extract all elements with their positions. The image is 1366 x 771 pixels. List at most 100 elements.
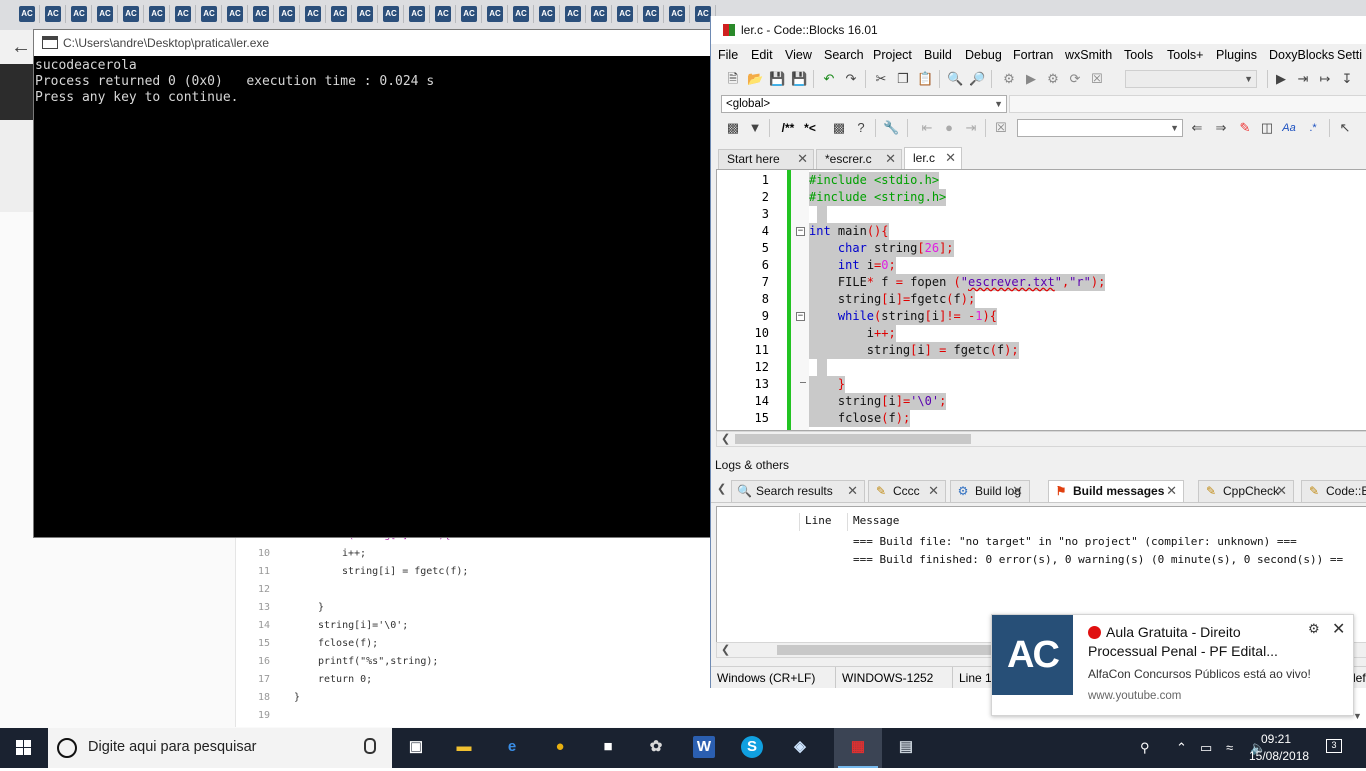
incremental-search-input[interactable]: ▼ bbox=[1017, 119, 1183, 137]
wifi-icon[interactable]: ≈ bbox=[1226, 740, 1233, 755]
menu-project[interactable]: Project bbox=[873, 48, 912, 62]
code-text[interactable]: fclose(f); bbox=[809, 410, 911, 427]
code-line[interactable]: 1 #include <stdio.h> bbox=[717, 172, 1366, 189]
fold-toggle-icon[interactable]: − bbox=[796, 227, 805, 236]
chevron-up-icon[interactable]: ⌃ bbox=[1176, 740, 1187, 756]
replace-icon[interactable]: 🔎 bbox=[969, 71, 985, 87]
open-icon[interactable]: 📂 bbox=[747, 71, 763, 87]
code-text[interactable]: int i=0; bbox=[809, 257, 896, 274]
editor-tab[interactable]: ler.c ✕ bbox=[904, 147, 962, 169]
scroll-left-icon[interactable]: ❮ bbox=[721, 643, 730, 657]
menu-doxyblocks[interactable]: DoxyBlocks bbox=[1269, 48, 1334, 62]
doxy-wizard-icon[interactable]: ▩ bbox=[725, 120, 741, 136]
browser-tab[interactable]: AC bbox=[352, 3, 378, 25]
wrench-icon[interactable]: 🔧 bbox=[883, 120, 899, 136]
fold-toggle-icon[interactable]: − bbox=[796, 312, 805, 321]
code-line[interactable]: 12 bbox=[717, 359, 1366, 376]
action-center-icon[interactable]: 3 bbox=[1326, 739, 1342, 753]
browser-tab[interactable]: AC bbox=[456, 3, 482, 25]
redo-icon[interactable]: ↷ bbox=[843, 71, 859, 87]
taskbar-app[interactable]: ▣ bbox=[392, 728, 440, 768]
code-text[interactable] bbox=[817, 206, 827, 223]
browser-tab[interactable]: AC bbox=[508, 3, 534, 25]
code-text[interactable]: string[i]=fgetc(f); bbox=[809, 291, 976, 308]
browser-tab[interactable]: AC bbox=[196, 3, 222, 25]
menu-search[interactable]: Search bbox=[824, 48, 864, 62]
close-icon[interactable]: ✕ bbox=[1276, 481, 1287, 501]
build-target-combo[interactable]: ▼ bbox=[1125, 70, 1257, 88]
undo-icon[interactable]: ↶ bbox=[821, 71, 837, 87]
browser-tab[interactable]: AC bbox=[664, 3, 690, 25]
code-line[interactable]: 10 i++; bbox=[717, 325, 1366, 342]
browser-tab[interactable]: AC bbox=[612, 3, 638, 25]
doxy-html-icon[interactable]: ▩ bbox=[831, 120, 847, 136]
browser-tab[interactable]: AC bbox=[430, 3, 456, 25]
next-bookmark-icon[interactable]: ⇥ bbox=[963, 120, 979, 136]
code-line[interactable]: 14 string[i]='\0'; bbox=[717, 393, 1366, 410]
close-icon[interactable]: ✕ bbox=[1166, 481, 1177, 501]
taskbar-app[interactable]: ▤ bbox=[882, 728, 930, 768]
taskbar-app[interactable]: ▦ bbox=[834, 728, 882, 768]
chevron-down-icon[interactable]: ▼ bbox=[1353, 711, 1362, 721]
code-text[interactable]: } bbox=[809, 376, 846, 393]
scrollbar-thumb[interactable] bbox=[777, 645, 997, 655]
menu-edit[interactable]: Edit bbox=[751, 48, 773, 62]
run-icon[interactable]: ▶ bbox=[1023, 71, 1039, 87]
microphone-icon[interactable] bbox=[364, 738, 376, 754]
code-text[interactable]: int main(){ bbox=[809, 223, 889, 240]
console-title-bar[interactable]: C:\Users\andre\Desktop\pratica\ler.exe bbox=[34, 30, 710, 56]
regex-icon[interactable]: .* bbox=[1305, 120, 1321, 136]
match-case-icon[interactable]: Aa bbox=[1281, 120, 1297, 136]
code-text[interactable]: char string[26]; bbox=[809, 240, 954, 257]
browser-tab[interactable]: AC bbox=[222, 3, 248, 25]
taskbar-app[interactable]: ▬ bbox=[440, 728, 488, 768]
close-icon[interactable]: ✕ bbox=[945, 148, 956, 168]
editor-tab[interactable]: Start here ✕ bbox=[718, 149, 814, 169]
abort-icon[interactable]: ☒ bbox=[1089, 71, 1105, 87]
search-next-icon[interactable]: ⇒ bbox=[1213, 120, 1229, 136]
menu-setti[interactable]: Setti bbox=[1337, 48, 1362, 62]
block-comment-button[interactable]: /** bbox=[777, 120, 799, 136]
menu-tools[interactable]: Tools+ bbox=[1167, 48, 1203, 62]
browser-tab[interactable]: AC bbox=[404, 3, 430, 25]
start-button[interactable] bbox=[0, 728, 48, 768]
search-prev-icon[interactable]: ⇐ bbox=[1189, 120, 1205, 136]
debug-run-icon[interactable]: ▶ bbox=[1273, 71, 1289, 87]
copy-icon[interactable]: ❐ bbox=[895, 71, 911, 87]
browser-tab[interactable]: AC bbox=[40, 3, 66, 25]
close-icon[interactable]: ✕ bbox=[1012, 481, 1023, 501]
browser-tab[interactable]: AC bbox=[482, 3, 508, 25]
pointer-icon[interactable]: ↖ bbox=[1337, 120, 1353, 136]
prev-bookmark-icon[interactable]: ⇤ bbox=[919, 120, 935, 136]
code-text[interactable]: #include <string.h> bbox=[809, 189, 947, 206]
browser-tab[interactable]: AC bbox=[144, 3, 170, 25]
build-run-icon[interactable]: ⚙ bbox=[1045, 71, 1061, 87]
column-header-line[interactable]: Line bbox=[805, 514, 832, 527]
browser-tab[interactable]: AC bbox=[66, 3, 92, 25]
cut-icon[interactable]: ✂ bbox=[873, 71, 889, 87]
clock-time[interactable]: 09:21 bbox=[1261, 732, 1291, 746]
line-comment-button[interactable]: *< bbox=[801, 120, 819, 136]
code-text[interactable]: i++; bbox=[809, 325, 896, 342]
code-text[interactable]: while(string[i]!= -1){ bbox=[809, 308, 997, 325]
gear-icon[interactable]: ⚙ bbox=[1308, 621, 1320, 637]
menu-debug[interactable]: Debug bbox=[965, 48, 1002, 62]
code-line[interactable]: 8 string[i]=fgetc(f); bbox=[717, 291, 1366, 308]
browser-tab[interactable]: AC bbox=[92, 3, 118, 25]
code-text[interactable] bbox=[817, 359, 827, 376]
taskbar-app[interactable]: ■ bbox=[584, 728, 632, 768]
window-title-bar[interactable]: ler.c - Code::Blocks 16.01 bbox=[711, 16, 1366, 44]
code-line[interactable]: 3 bbox=[717, 206, 1366, 223]
clear-search-icon[interactable]: ☒ bbox=[993, 120, 1009, 136]
taskbar-search[interactable]: Digite aqui para pesquisar bbox=[48, 728, 392, 768]
build-gear-icon[interactable]: ⚙ bbox=[1001, 71, 1017, 87]
log-tab[interactable]: ⚑ Build messages ✕ bbox=[1048, 480, 1184, 502]
browser-tab[interactable]: AC bbox=[326, 3, 352, 25]
code-text[interactable]: string[i]='\0'; bbox=[809, 393, 947, 410]
log-tabs-scroll-left-icon[interactable]: ❮ bbox=[717, 482, 726, 495]
highlight-icon[interactable]: ✎ bbox=[1237, 120, 1253, 136]
code-text[interactable]: FILE* f = fopen ("escrever.txt","r"); bbox=[809, 274, 1106, 291]
log-tab[interactable]: ⚙ Build log ✕ bbox=[950, 480, 1030, 502]
browser-tab[interactable]: AC bbox=[170, 3, 196, 25]
browser-tab[interactable]: AC bbox=[560, 3, 586, 25]
